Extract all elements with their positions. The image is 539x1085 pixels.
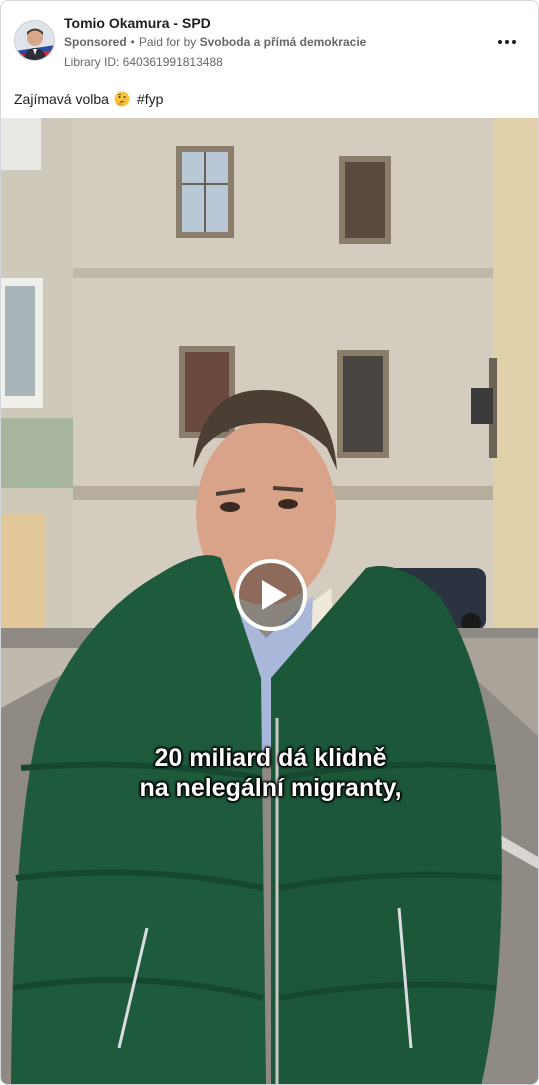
more-options-button[interactable] — [493, 31, 521, 53]
thinking-face-emoji-icon — [114, 91, 130, 107]
play-button[interactable] — [235, 559, 307, 631]
sponsored-label: Sponsored — [64, 35, 127, 49]
payer-name[interactable]: Svoboda a přímá demokracie — [200, 35, 367, 49]
play-icon — [261, 580, 287, 610]
caption-text: Zajímavá volba — [14, 91, 109, 107]
more-options-icon — [498, 40, 502, 44]
video-player[interactable]: 20 miliard dá klidně na nelegální migran… — [1, 118, 538, 1084]
caption-hashtag[interactable]: #fyp — [137, 91, 163, 107]
ad-card: Tomio Okamura - SPD Sponsored • Paid for b… — [0, 0, 539, 1085]
post-caption: Zajímavá volba #fyp — [14, 91, 163, 107]
video-subtitle-line-1: 20 miliard dá klidně — [154, 744, 387, 772]
paid-for-prefix: Paid for by — [138, 35, 197, 49]
avatar-image — [15, 21, 54, 60]
page-avatar[interactable] — [14, 20, 55, 61]
post-header: Tomio Okamura - SPD Sponsored • Paid for b… — [1, 1, 538, 81]
page-name[interactable]: Tomio Okamura - SPD — [64, 15, 211, 31]
sponsorship-line: Sponsored • Paid for by Svoboda a přímá de… — [64, 35, 366, 49]
library-id: Library ID: 640361991813488 — [64, 55, 223, 69]
separator-dot: • — [130, 35, 135, 49]
video-subtitle-line-2: na nelegální migranty, — [139, 774, 402, 802]
